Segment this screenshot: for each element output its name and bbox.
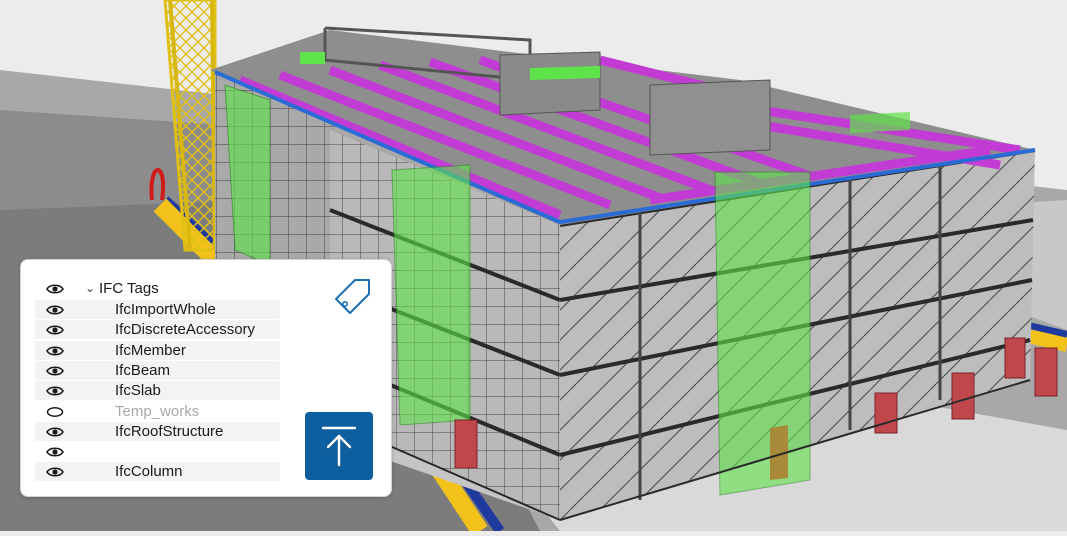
list-item-ifcdiscreteaccessory[interactable]: IfcDiscreteAccessory (35, 320, 280, 339)
tag-label: IfcDiscreteAccessory (115, 321, 256, 338)
tag-label: IfcBeam (115, 362, 171, 379)
roof-plant-box-2 (649, 79, 771, 156)
tag-label: IfcSlab (115, 382, 161, 399)
stair-core-east (714, 171, 811, 496)
tag-label: IfcImportWhole (115, 301, 216, 318)
eye-icon[interactable] (44, 425, 66, 439)
list-item-ifcimportwhole[interactable]: IfcImportWhole (35, 300, 280, 319)
stair-core-middle (391, 164, 471, 426)
eye-icon[interactable] (44, 364, 66, 378)
eye-icon[interactable] (44, 282, 66, 296)
roof-plant-box-1 (499, 51, 601, 116)
tag-icon (335, 279, 370, 314)
list-item-ifccolumn[interactable]: IfcColumn (35, 462, 280, 481)
tag-label: Temp_works (115, 403, 200, 420)
tag-button[interactable] (331, 276, 375, 316)
ifc-tags-title: IFC Tags (99, 280, 159, 297)
eye-icon[interactable] (44, 445, 66, 459)
eye-icon[interactable] (44, 323, 66, 337)
eye-icon[interactable] (44, 344, 66, 358)
list-item-unnamed[interactable] (35, 442, 280, 461)
list-item-ifcslab[interactable]: IfcSlab (35, 381, 280, 400)
upload-button[interactable] (305, 412, 373, 480)
eye-icon[interactable] (44, 303, 66, 317)
list-item-ifcmember[interactable]: IfcMember (35, 341, 280, 360)
list-item-ifcbeam[interactable]: IfcBeam (35, 361, 280, 380)
chevron-down-icon[interactable]: ⌄ (82, 281, 98, 295)
roof-green-box-2 (850, 112, 910, 133)
roof-green-box (300, 52, 325, 64)
eye-icon[interactable] (44, 465, 66, 479)
ifc-tags-panel: ⌄ IFC Tags IfcImportWhole IfcDiscreteAcc… (20, 259, 392, 497)
tag-label: IfcRoofStructure (115, 423, 224, 440)
list-item-temp-works[interactable]: Temp_works (35, 402, 280, 421)
eye-icon[interactable] (44, 384, 66, 398)
eye-hidden-icon[interactable] (44, 405, 66, 419)
ifc-tags-header: ⌄ IFC Tags (35, 279, 280, 298)
upload-icon (321, 426, 357, 467)
tag-label: IfcColumn (115, 463, 183, 480)
tag-label: IfcMember (115, 342, 186, 359)
roof-green-hatch (530, 66, 600, 80)
list-item-ifcroofstructure[interactable]: IfcRoofStructure (35, 422, 280, 441)
